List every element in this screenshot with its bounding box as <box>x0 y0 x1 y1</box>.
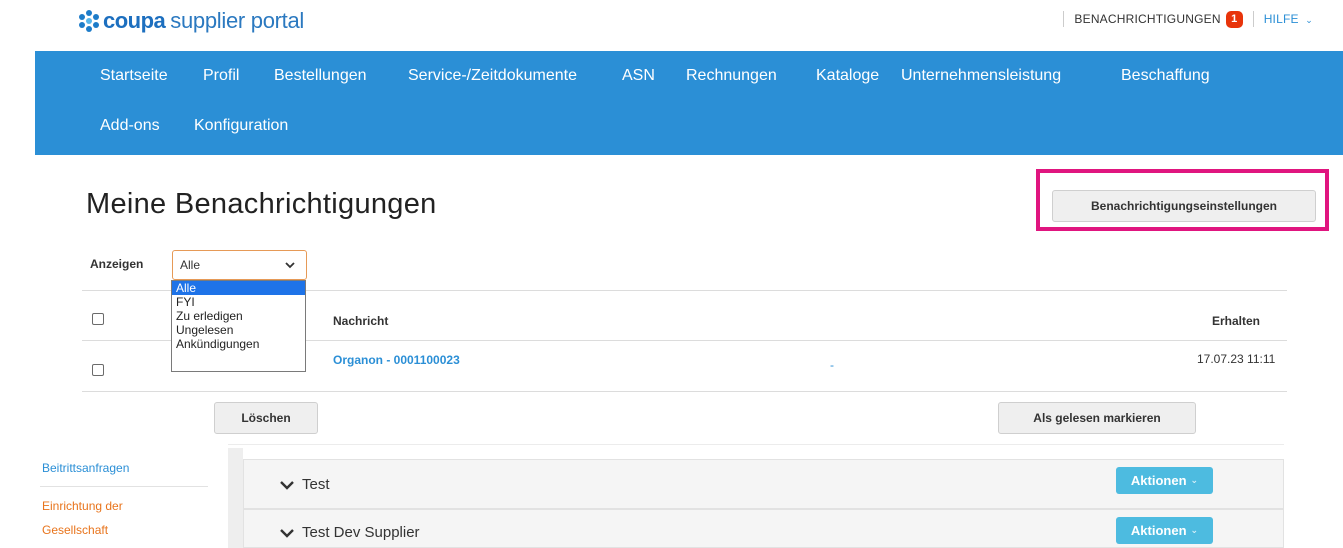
section-divider <box>228 444 1284 445</box>
nav-item-profil[interactable]: Profil <box>203 67 239 85</box>
filter-label: Anzeigen <box>90 257 144 271</box>
nav-item-asn[interactable]: ASN <box>622 67 655 85</box>
panel-title[interactable]: Test Dev Supplier <box>280 524 420 541</box>
nav-item-unternehmensleistung[interactable]: Unternehmensleistung <box>901 67 1061 85</box>
coupa-logo-icon <box>78 10 100 32</box>
nav-item-startseite[interactable]: Startseite <box>100 67 168 85</box>
sidebar-item-company-setup-cont[interactable]: Gesellschaft <box>42 523 108 537</box>
nav-item-bestellungen[interactable]: Bestellungen <box>274 67 367 85</box>
table-bottom-divider <box>82 391 1287 392</box>
logo-brand-text: coupa <box>103 8 166 33</box>
message-detail-link[interactable]: - <box>830 358 834 372</box>
chevron-down-icon <box>285 262 295 269</box>
mark-as-read-button[interactable]: Als gelesen markieren <box>998 402 1196 434</box>
filter-dropdown-list: Alle FYI Zu erledigen Ungelesen Ankündig… <box>171 280 306 372</box>
notifications-link[interactable]: BENACHRICHTIGUNGEN <box>1074 12 1220 26</box>
filter-option-zu-erledigen[interactable]: Zu erledigen <box>172 309 305 323</box>
page-title: Meine Benachrichtigungen <box>86 188 437 220</box>
divider <box>1252 11 1254 27</box>
column-header-message: Nachricht <box>333 314 389 328</box>
notification-settings-button[interactable]: Benachrichtigungseinstellungen <box>1052 190 1316 222</box>
chevron-down-icon: ⌄ <box>1190 525 1199 535</box>
divider <box>1063 11 1065 27</box>
actions-label: Aktionen <box>1130 473 1187 488</box>
delete-button[interactable]: Löschen <box>214 402 318 434</box>
coupa-logo[interactable]: coupa supplier portal <box>78 7 304 35</box>
filter-selected-value: Alle <box>180 258 201 272</box>
nav-item-rechnungen[interactable]: Rechnungen <box>686 67 777 85</box>
received-timestamp: 17.07.23 11:11 <box>1197 352 1276 366</box>
help-label: HILFE <box>1263 12 1299 26</box>
filter-option-ankuendigungen[interactable]: Ankündigungen <box>172 337 305 351</box>
nav-item-kataloge[interactable]: Kataloge <box>816 67 879 85</box>
filter-select[interactable]: Alle <box>172 250 307 280</box>
main-navigation: Startseite Profil Bestellungen Service-/… <box>35 51 1343 155</box>
sidebar-item-company-setup[interactable]: Einrichtung der <box>42 499 123 513</box>
chevron-down-icon: ⌄ <box>1305 15 1313 25</box>
panel-title-text: Test Dev Supplier <box>302 524 420 541</box>
notifications-count-badge[interactable]: 1 <box>1225 10 1243 28</box>
message-link[interactable]: Organon - 0001100023 <box>333 353 460 367</box>
header-utility-links: BENACHRICHTIGUNGEN 1 HILFE ⌄ <box>1053 9 1313 29</box>
actions-button[interactable]: Aktionen ⌄ <box>1116 467 1213 494</box>
chevron-down-icon: ⌄ <box>1190 475 1199 485</box>
filter-option-fyi[interactable]: FYI <box>172 295 305 309</box>
nav-item-konfiguration[interactable]: Konfiguration <box>194 117 288 135</box>
filter-option-ungelesen[interactable]: Ungelesen <box>172 323 305 337</box>
column-header-received: Erhalten <box>1212 314 1261 328</box>
nav-item-add-ons[interactable]: Add-ons <box>100 117 160 135</box>
panel-title[interactable]: Test <box>280 476 330 493</box>
scroll-track <box>228 448 243 548</box>
row-checkbox[interactable] <box>92 364 104 376</box>
select-all-checkbox[interactable] <box>92 313 104 325</box>
nav-item-service-zeitdokumente[interactable]: Service-/Zeitdokumente <box>408 67 577 85</box>
logo-product-text: supplier portal <box>170 8 304 33</box>
panel-test-dev-supplier[interactable]: Test Dev Supplier Aktionen ⌄ <box>243 509 1284 548</box>
actions-label: Aktionen <box>1130 523 1187 538</box>
filter-option-alle[interactable]: Alle <box>172 281 305 295</box>
chevron-down-icon <box>280 480 294 490</box>
chevron-down-icon <box>280 528 294 538</box>
panel-title-text: Test <box>302 476 330 493</box>
help-menu[interactable]: HILFE ⌄ <box>1264 12 1313 26</box>
actions-button[interactable]: Aktionen ⌄ <box>1116 517 1213 544</box>
nav-item-beschaffung[interactable]: Beschaffung <box>1121 67 1210 85</box>
sidebar-divider <box>40 486 208 487</box>
sidebar-item-join-requests[interactable]: Beitrittsanfragen <box>42 461 129 475</box>
panel-test[interactable]: Test Aktionen ⌄ <box>243 459 1284 509</box>
